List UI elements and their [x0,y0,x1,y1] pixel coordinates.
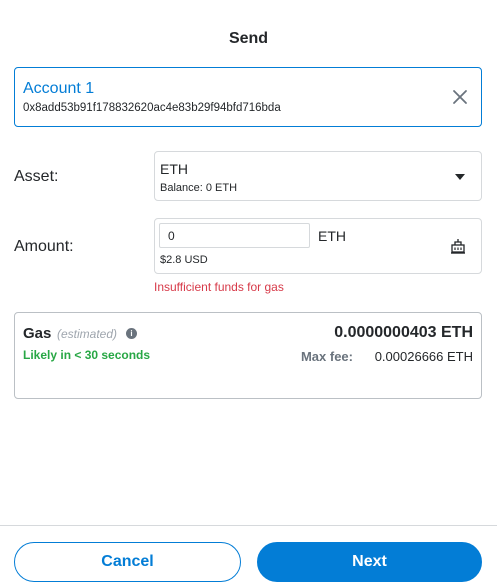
amount-unit: ETH [318,228,346,244]
gas-estimated-note: (estimated) [57,327,118,341]
recipient-address: 0x8add53b91f178832620ac4e83b29f94bfd716b… [23,102,281,114]
info-icon[interactable]: i [126,328,137,339]
amount-error-message: Insufficient funds for gas [154,280,284,294]
asset-balance: Balance: 0 ETH [160,182,238,194]
amount-input[interactable] [159,223,310,248]
max-fee-label: Max fee: [300,349,353,364]
asset-label: Asset: [14,168,59,185]
gas-timing: Likely in < 30 seconds [23,348,151,362]
gas-title: Gas [23,325,52,342]
asset-symbol: ETH [160,161,188,177]
max-fee-value: 0.00026666 ETH [374,349,473,364]
footer-divider [0,525,497,526]
amount-field: ETH $2.8 USD [154,218,482,274]
recipient-name: Account 1 [23,80,95,97]
asset-dropdown[interactable]: ETH Balance: 0 ETH [154,151,482,201]
amount-fiat: $2.8 USD [160,254,208,266]
recipient-field[interactable]: Account 1 0x8add53b91f178832620ac4e83b29… [14,67,482,127]
cancel-button[interactable]: Cancel [14,542,241,582]
gas-amount: 0.0000000403 ETH [334,324,473,341]
amount-label: Amount: [14,238,74,255]
page-title: Send [228,30,269,47]
gas-fee-panel: Gas (estimated) i Likely in < 30 seconds… [14,312,482,399]
max-amount-icon[interactable] [449,237,467,255]
close-icon[interactable] [451,88,469,106]
caret-down-icon[interactable] [455,174,465,180]
next-button[interactable]: Next [257,542,482,582]
